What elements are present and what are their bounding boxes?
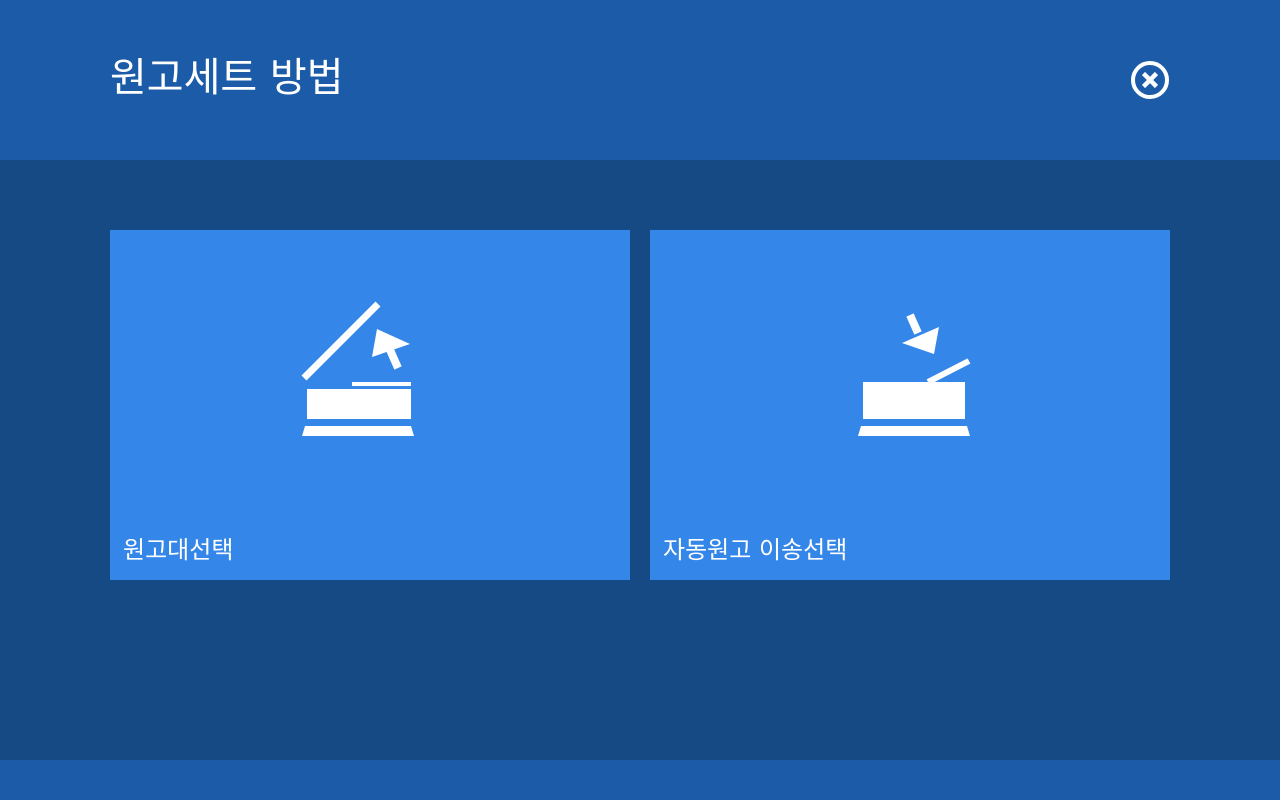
platen-select-tile[interactable]: 원고대선택 <box>110 230 630 580</box>
adf-select-tile[interactable]: 자동원고 이송선택 <box>650 230 1170 580</box>
close-circle-icon <box>1131 61 1169 99</box>
page-title: 원고세트 방법 <box>110 55 344 101</box>
close-button[interactable] <box>1128 58 1172 102</box>
main-area: 원고대선택 자동원고 이송선택 <box>0 160 1280 760</box>
adf-select-label: 자동원고 이송선택 <box>663 536 848 564</box>
scanner-lid-open-icon <box>301 301 414 436</box>
document-feeder-icon <box>858 313 971 436</box>
header-bar: 원고세트 방법 <box>0 0 1280 160</box>
footer-bar <box>0 760 1280 800</box>
platen-select-label: 원고대선택 <box>123 536 234 564</box>
